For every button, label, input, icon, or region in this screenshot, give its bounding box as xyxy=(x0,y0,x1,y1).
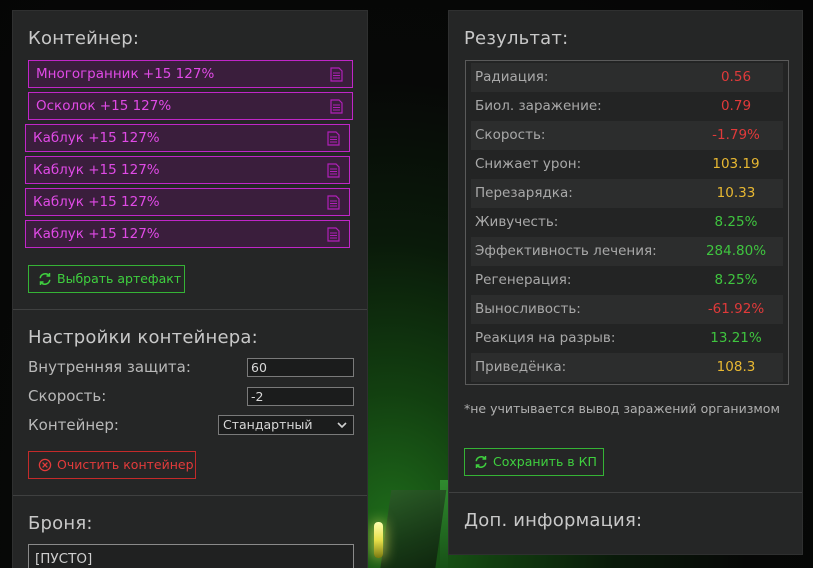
artifact-slot[interactable]: Каблук +15 127% xyxy=(25,188,350,216)
refresh-icon xyxy=(475,456,487,468)
section-divider xyxy=(13,309,367,310)
settings-title: Настройки контейнера: xyxy=(28,327,258,348)
right-panel: Результат: Радиация: 0.56 Биол. заражени… xyxy=(448,10,803,555)
document-icon[interactable] xyxy=(327,163,340,178)
inner-protection-input[interactable] xyxy=(247,358,354,377)
clear-container-label: Очистить контейнер xyxy=(57,457,194,472)
artifact-label: Каблук +15 127% xyxy=(33,226,160,242)
stat-row: Эффективность лечения: 284.80% xyxy=(471,237,783,266)
document-icon[interactable] xyxy=(327,195,340,210)
stat-row: Скорость: -1.79% xyxy=(471,121,783,150)
stat-name: Радиация: xyxy=(475,69,549,85)
results-table: Радиация: 0.56 Биол. заражение: 0.79 Ско… xyxy=(465,60,789,385)
stat-name: Биол. заражение: xyxy=(475,98,602,114)
save-to-kp-button[interactable]: Сохранить в КП xyxy=(464,448,604,476)
artifact-label: Многогранник +15 127% xyxy=(36,66,215,82)
stat-row: Снижает урон: 103.19 xyxy=(471,150,783,179)
armor-slot[interactable]: [ПУСТО] xyxy=(28,544,354,568)
artifact-label: Каблук +15 127% xyxy=(33,130,160,146)
section-divider xyxy=(13,495,367,496)
stat-name: Реакция на разрыв: xyxy=(475,330,616,346)
stat-value: 10.33 xyxy=(716,185,756,201)
speed-label: Скорость: xyxy=(28,387,107,405)
select-artifact-label: Выбрать артефакт xyxy=(57,271,182,286)
stat-value: -61.92% xyxy=(707,301,765,317)
stat-row: Реакция на разрыв: 13.21% xyxy=(471,324,783,353)
stat-value: 8.25% xyxy=(714,272,758,288)
document-icon[interactable] xyxy=(330,67,343,82)
stat-name: Выносливость: xyxy=(475,301,581,317)
stat-name: Снижает урон: xyxy=(475,156,582,172)
clear-container-button[interactable]: Очистить контейнер xyxy=(28,451,196,479)
stat-row: Регенерация: 8.25% xyxy=(471,266,783,295)
container-title: Контейнер: xyxy=(28,28,140,49)
artifact-slot[interactable]: Осколок +15 127% xyxy=(28,92,353,120)
stat-row: Приведёнка: 108.3 xyxy=(471,353,783,382)
stat-value: -1.79% xyxy=(712,127,760,143)
artifact-label: Каблук +15 127% xyxy=(33,194,160,210)
inner-protection-label: Внутренняя защита: xyxy=(28,358,191,376)
stat-value: 0.56 xyxy=(720,69,752,85)
stat-name: Скорость: xyxy=(475,127,546,143)
artifact-slot[interactable]: Каблук +15 127% xyxy=(25,220,350,248)
background-light xyxy=(374,522,383,558)
refresh-icon xyxy=(39,273,51,285)
close-circle-icon xyxy=(38,458,52,472)
stat-row: Радиация: 0.56 xyxy=(471,63,783,92)
document-icon[interactable] xyxy=(327,131,340,146)
stat-value: 8.25% xyxy=(714,214,758,230)
left-panel: Контейнер: Многогранник +15 127% Осколок… xyxy=(12,10,368,568)
document-icon[interactable] xyxy=(327,227,340,242)
results-note: *не учитывается вывод заражений организм… xyxy=(464,401,780,416)
results-title: Результат: xyxy=(464,28,569,49)
stat-value: 103.19 xyxy=(712,156,760,172)
stat-row: Живучесть: 8.25% xyxy=(471,208,783,237)
artifact-slot[interactable]: Каблук +15 127% xyxy=(25,124,350,152)
armor-title: Броня: xyxy=(28,513,93,534)
artifact-label: Каблук +15 127% xyxy=(33,162,160,178)
stat-value: 13.21% xyxy=(710,330,762,346)
stat-value: 0.79 xyxy=(720,98,752,114)
stat-row: Выносливость: -61.92% xyxy=(471,295,783,324)
artifact-label: Осколок +15 127% xyxy=(36,98,172,114)
stat-name: Приведёнка: xyxy=(475,359,567,375)
stat-name: Живучесть: xyxy=(475,214,559,230)
container-type-label: Контейнер: xyxy=(28,416,119,434)
container-type-select[interactable]: Стандартный xyxy=(218,415,354,435)
stat-name: Эффективность лечения: xyxy=(475,243,657,259)
stat-value: 284.80% xyxy=(705,243,767,259)
background-structure xyxy=(378,490,447,568)
stat-row: Биол. заражение: 0.79 xyxy=(471,92,783,121)
document-icon[interactable] xyxy=(330,99,343,114)
speed-input[interactable] xyxy=(247,387,354,406)
artifact-slot[interactable]: Каблук +15 127% xyxy=(25,156,350,184)
stat-name: Регенерация: xyxy=(475,272,572,288)
container-type-value: Стандартный xyxy=(223,417,313,432)
extra-info-title: Доп. информация: xyxy=(464,510,643,531)
stat-value: 108.3 xyxy=(716,359,756,375)
save-to-kp-label: Сохранить в КП xyxy=(493,454,597,469)
section-divider xyxy=(449,492,802,493)
select-artifact-button[interactable]: Выбрать артефакт xyxy=(28,265,185,293)
stat-name: Перезарядка: xyxy=(475,185,573,201)
artifact-slot[interactable]: Многогранник +15 127% xyxy=(28,60,353,88)
chevron-down-icon xyxy=(337,422,347,429)
stat-row: Перезарядка: 10.33 xyxy=(471,179,783,208)
